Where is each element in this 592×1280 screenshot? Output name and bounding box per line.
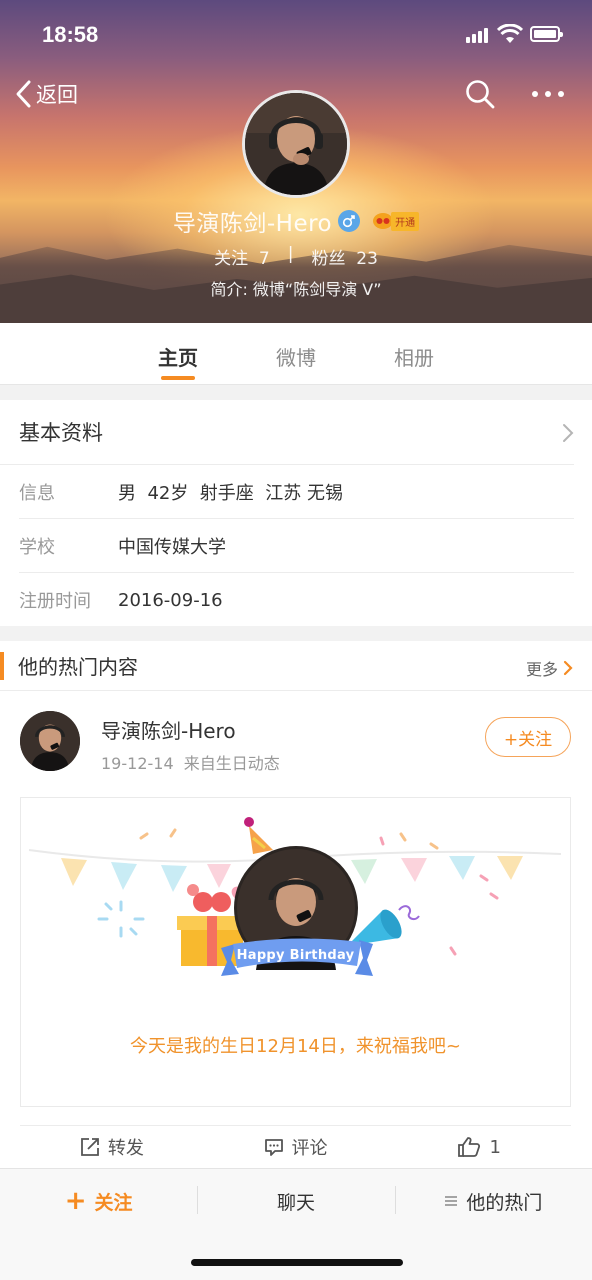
status-bar: 18:58 bbox=[0, 0, 592, 70]
info-row-key: 注册时间 bbox=[19, 591, 91, 612]
more-link[interactable]: 更多 bbox=[526, 656, 574, 680]
hot-content-header: 他的热门内容 更多 bbox=[0, 641, 592, 691]
comment-button[interactable]: 评论 bbox=[204, 1126, 388, 1168]
following-stat[interactable]: 关注 7 bbox=[214, 244, 270, 269]
profile-tabs: 主页 微博 相册 bbox=[0, 323, 592, 385]
vip-badge[interactable]: 开通 bbox=[372, 211, 420, 231]
back-button[interactable]: 返回 bbox=[14, 78, 78, 110]
stats-separator: | bbox=[287, 244, 294, 264]
more-options-icon[interactable] bbox=[530, 84, 566, 104]
comment-label: 评论 bbox=[291, 1138, 328, 1159]
info-row-value: 中国传媒大学 bbox=[118, 536, 226, 558]
section-accent-bar bbox=[0, 652, 4, 680]
fans-label: 粉丝 bbox=[311, 249, 346, 269]
chevron-left-icon bbox=[16, 80, 31, 108]
info-row-value: 男 42岁 射手座 江苏 无锡 bbox=[118, 482, 343, 504]
thumbs-up-icon bbox=[458, 1137, 481, 1157]
info-row: 注册时间 2016-09-16 bbox=[19, 573, 574, 627]
share-icon bbox=[80, 1138, 99, 1156]
bottom-action-row: + 关注 聊天 他的热门 bbox=[0, 1169, 592, 1233]
basic-info-card: 基本资料 信息 男 42岁 射手座 江苏 无锡 学校 中国传媒大学 注册时间 2… bbox=[0, 400, 592, 626]
battery-icon bbox=[530, 26, 563, 42]
post-author-name[interactable]: 导演陈剑-Hero bbox=[101, 715, 236, 744]
chevron-right-icon bbox=[563, 424, 574, 442]
home-indicator bbox=[191, 1259, 403, 1266]
back-label: 返回 bbox=[36, 83, 78, 107]
chevron-right-icon bbox=[563, 660, 573, 676]
following-count: 7 bbox=[258, 249, 270, 269]
follow-button[interactable]: +关注 bbox=[485, 717, 571, 757]
birthday-message: 今天是我的生日12月14日，来祝福我吧~ bbox=[130, 1036, 461, 1057]
info-row: 信息 男 42岁 射手座 江苏 无锡 bbox=[19, 465, 574, 519]
profile-intro: 简介: 微博“陈剑导演 V” bbox=[210, 280, 382, 299]
more-label: 更多 bbox=[525, 660, 558, 679]
post-actions: 转发 评论 1 bbox=[20, 1125, 571, 1168]
his-hot-button[interactable]: 他的热门 bbox=[394, 1185, 592, 1215]
bottom-follow-button[interactable]: + 关注 bbox=[0, 1186, 197, 1216]
tab-home[interactable]: 主页 bbox=[119, 323, 237, 384]
birthday-ribbon-text: Happy Birthday bbox=[236, 948, 355, 963]
post-author-avatar[interactable] bbox=[20, 711, 80, 771]
info-row-value: 2016-09-16 bbox=[118, 589, 223, 611]
avatar-photo bbox=[245, 93, 347, 195]
fans-count: 23 bbox=[356, 249, 378, 269]
basic-info-header[interactable]: 基本资料 bbox=[0, 400, 574, 465]
repost-button[interactable]: 转发 bbox=[20, 1126, 204, 1168]
wifi-icon bbox=[497, 24, 523, 43]
signal-icon bbox=[466, 27, 491, 43]
vip-open-label: 开通 bbox=[391, 211, 420, 231]
plus-icon: + bbox=[64, 1186, 87, 1216]
search-icon[interactable] bbox=[464, 78, 496, 110]
info-row: 学校 中国传媒大学 bbox=[19, 519, 574, 573]
birthday-card[interactable]: Happy Birthday 今天是我的生日12月14日，来祝福我吧~ bbox=[20, 797, 571, 1107]
following-label: 关注 bbox=[214, 249, 249, 269]
tab-weibo[interactable]: 微博 bbox=[237, 323, 355, 384]
basic-info-title: 基本资料 bbox=[19, 421, 103, 445]
male-gender-icon bbox=[338, 210, 361, 232]
like-count: 1 bbox=[489, 1136, 501, 1158]
tab-album[interactable]: 相册 bbox=[355, 323, 473, 384]
status-time: 18:58 bbox=[42, 22, 99, 47]
comment-icon bbox=[264, 1139, 283, 1156]
post-meta: 19-12-14 来自生日动态 bbox=[101, 754, 280, 773]
fans-stat[interactable]: 粉丝 23 bbox=[311, 244, 377, 269]
profile-name-row: 导演陈剑-Hero 开通 bbox=[0, 204, 592, 238]
menu-icon bbox=[445, 1196, 458, 1206]
chat-button[interactable]: 聊天 bbox=[197, 1185, 394, 1215]
like-button[interactable]: 1 bbox=[387, 1126, 571, 1168]
his-hot-label: 他的热门 bbox=[466, 1191, 543, 1214]
profile-avatar[interactable] bbox=[242, 90, 350, 198]
info-row-key: 学校 bbox=[19, 536, 55, 558]
avatar-photo bbox=[20, 711, 80, 771]
profile-name: 导演陈剑-Hero bbox=[172, 211, 333, 237]
repost-label: 转发 bbox=[107, 1138, 144, 1159]
info-row-key: 信息 bbox=[19, 482, 55, 504]
birthday-illustration bbox=[28, 817, 562, 976]
hot-content-title: 他的热门内容 bbox=[18, 655, 138, 679]
chat-label: 聊天 bbox=[276, 1191, 315, 1214]
bottom-follow-label: 关注 bbox=[94, 1191, 133, 1214]
follow-stats: 关注 7 | 粉丝 23 bbox=[0, 244, 592, 269]
hot-content-section: 他的热门内容 更多 导演陈剑-Hero 19-12-14 来自生日动态 +关注 bbox=[0, 641, 592, 1168]
